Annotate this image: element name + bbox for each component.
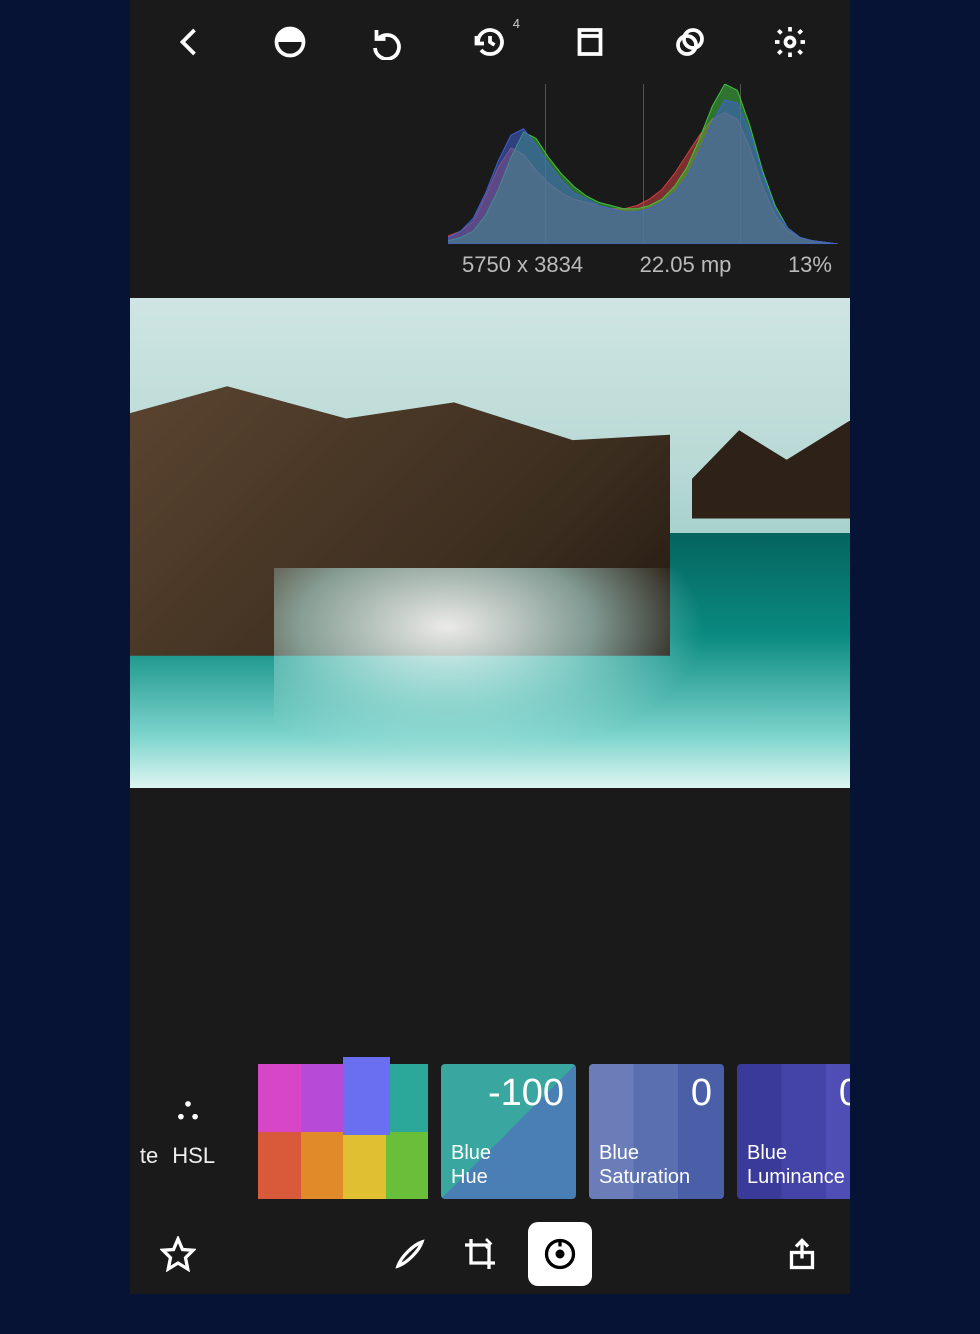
swatch-purple[interactable] xyxy=(301,1064,344,1132)
blue-saturation-value: 0 xyxy=(691,1072,712,1115)
histogram xyxy=(448,84,838,244)
share-button[interactable] xyxy=(780,1232,824,1276)
swatch-teal[interactable] xyxy=(386,1064,429,1132)
channels-icon[interactable] xyxy=(670,22,710,62)
blue-saturation-label: Blue Saturation xyxy=(599,1141,690,1189)
mode-hsl-label[interactable]: HSL xyxy=(172,1143,215,1169)
swatch-red[interactable] xyxy=(258,1132,301,1200)
swatch-orange[interactable] xyxy=(301,1132,344,1200)
back-button[interactable] xyxy=(170,22,210,62)
image-preview[interactable] xyxy=(130,298,850,788)
blue-luminance-label: Blue Luminance xyxy=(747,1141,845,1189)
blue-hue-value: -100 xyxy=(488,1072,564,1115)
adjust-tool-button[interactable] xyxy=(528,1222,592,1286)
history-badge: 4 xyxy=(513,16,520,31)
top-toolbar: 4 xyxy=(130,0,850,84)
color-swatch-grid xyxy=(258,1064,428,1199)
mode-column: te HSL xyxy=(130,1094,245,1169)
face-mask-icon[interactable] xyxy=(270,22,310,62)
preview-foam xyxy=(274,568,706,764)
favorite-button[interactable] xyxy=(156,1232,200,1276)
settings-button[interactable] xyxy=(770,22,810,62)
app-frame: 4 5750 x 3834 22.05 mp 13% xyxy=(130,0,850,1294)
swatch-yellow[interactable] xyxy=(343,1132,386,1200)
more-dots-icon[interactable] xyxy=(171,1094,205,1133)
history-button[interactable]: 4 xyxy=(470,22,510,62)
blue-hue-tile[interactable]: -100 Blue Hue xyxy=(441,1064,576,1199)
mode-prev-label[interactable]: te xyxy=(140,1143,158,1169)
image-zoom: 13% xyxy=(788,252,832,278)
blue-luminance-tile[interactable]: 0 Blue Luminance xyxy=(737,1064,850,1199)
brush-tool-button[interactable] xyxy=(388,1232,432,1276)
undo-button[interactable] xyxy=(370,22,410,62)
image-megapixels: 22.05 mp xyxy=(640,252,732,278)
bottom-toolbar xyxy=(130,1214,850,1294)
swatch-magenta[interactable] xyxy=(258,1064,301,1132)
crop-tool-button[interactable] xyxy=(458,1232,502,1276)
hsl-controls-row: te HSL -100 Blue Hue 0 Blue Saturation 0… xyxy=(130,1064,850,1199)
blue-saturation-tile[interactable]: 0 Blue Saturation xyxy=(589,1064,724,1199)
histogram-panel: 5750 x 3834 22.05 mp 13% xyxy=(448,84,838,274)
image-info-bar: 5750 x 3834 22.05 mp 13% xyxy=(448,244,838,278)
layers-icon[interactable] xyxy=(570,22,610,62)
swatch-selected-indicator xyxy=(343,1057,390,1135)
swatch-green[interactable] xyxy=(386,1132,429,1200)
image-dimensions: 5750 x 3834 xyxy=(462,252,583,278)
blue-hue-label: Blue Hue xyxy=(451,1141,491,1189)
blue-luminance-value: 0 xyxy=(839,1072,850,1115)
